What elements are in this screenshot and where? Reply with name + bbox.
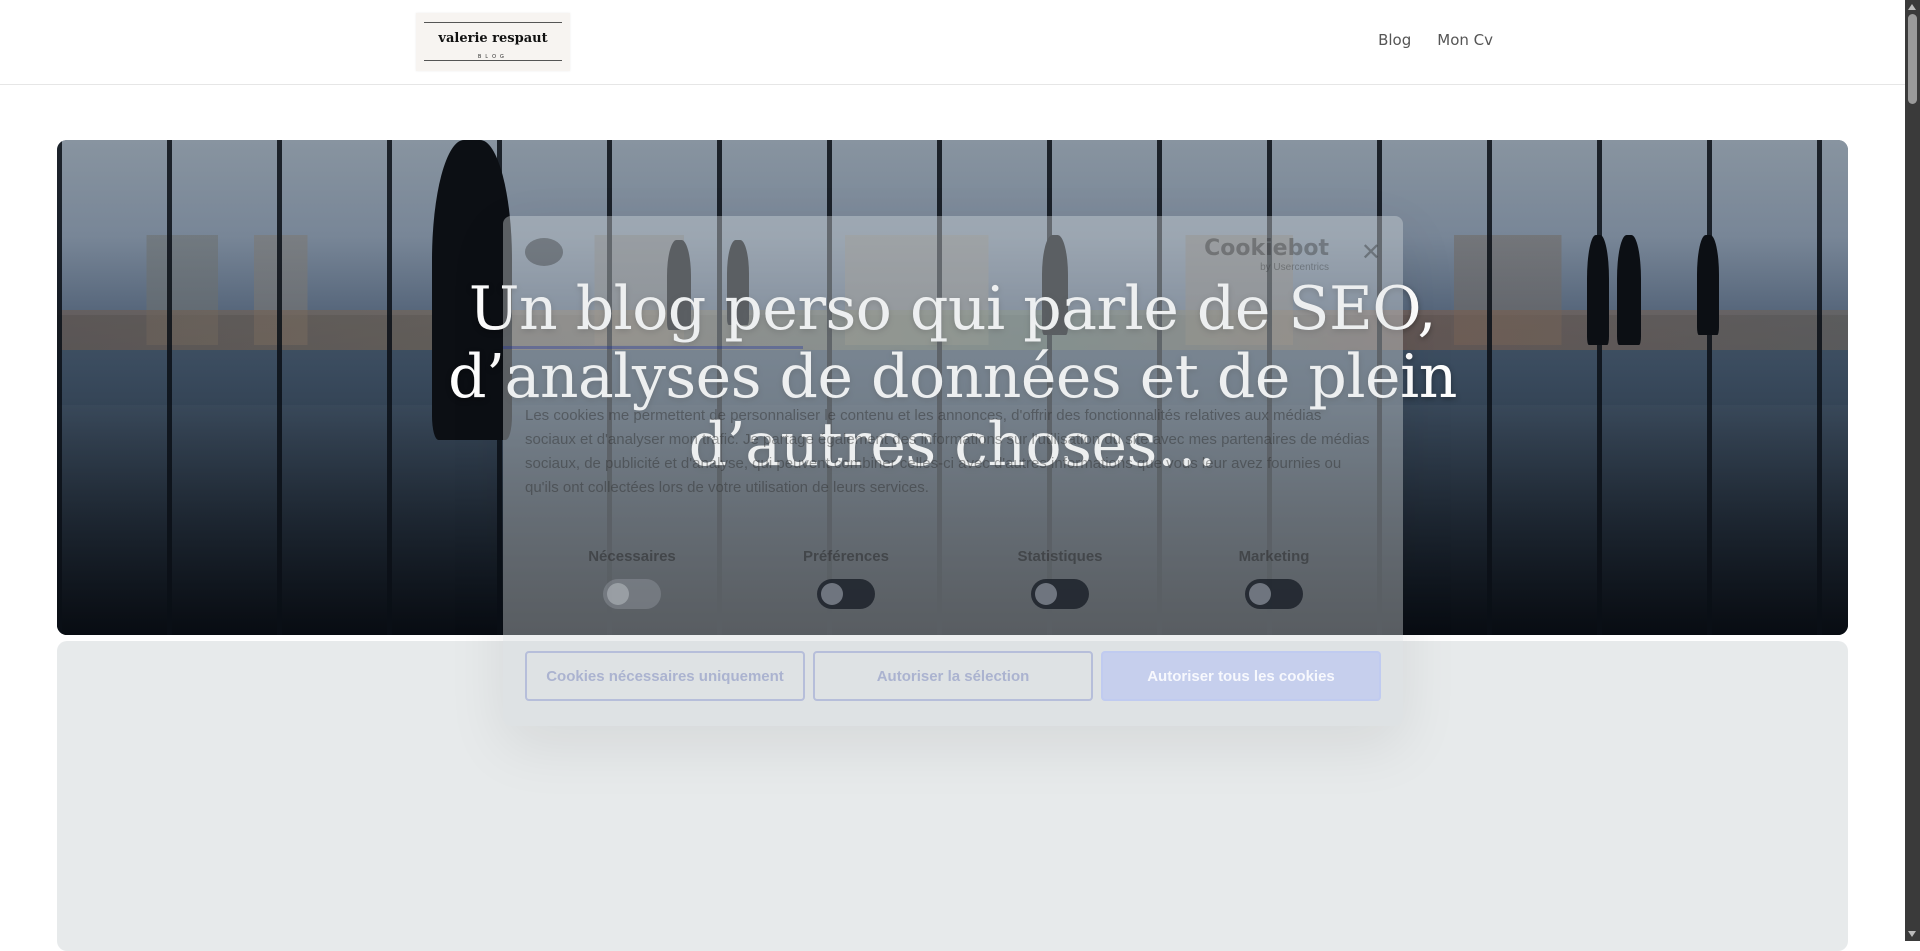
cookiebot-brand: Cookiebot — [1204, 236, 1329, 261]
category-label: Nécessaires — [588, 548, 676, 565]
scroll-up-icon[interactable] — [1908, 4, 1916, 10]
cookie-category-statistics: Statistiques — [953, 548, 1167, 614]
cookie-actions: Cookies nécessaires uniquement Autoriser… — [525, 651, 1381, 701]
necessary-only-button[interactable]: Cookies nécessaires uniquement — [525, 651, 805, 701]
toggle-preferences[interactable] — [817, 579, 875, 609]
cookie-categories: Nécessaires Préférences Statistiques Mar… — [525, 548, 1381, 614]
main-nav: Blog Mon Cv — [1378, 31, 1493, 49]
logo-rule-top — [424, 22, 562, 23]
logo-name: valerie respaut — [438, 31, 548, 46]
cookie-consent-dialog: Cookiebot by Usercentrics ✕ Les cookies … — [503, 216, 1403, 726]
page-scrollbar[interactable] — [1905, 0, 1920, 941]
close-icon[interactable]: ✕ — [1361, 238, 1381, 266]
site-header: valerie respaut BLOG Blog Mon Cv — [0, 0, 1905, 85]
scrollbar-thumb[interactable] — [1908, 14, 1917, 104]
toggle-necessary — [603, 579, 661, 609]
cookiebot-brand-sub: by Usercentrics — [1260, 262, 1329, 273]
logo-subtitle: BLOG — [478, 54, 508, 60]
allow-selection-button[interactable]: Autoriser la sélection — [813, 651, 1093, 701]
site-logo[interactable]: valerie respaut BLOG — [416, 13, 570, 71]
category-label: Marketing — [1238, 548, 1310, 565]
nav-link-blog[interactable]: Blog — [1378, 31, 1411, 49]
category-label: Statistiques — [1017, 548, 1103, 565]
cookie-category-preferences: Préférences — [739, 548, 953, 614]
scroll-down-icon[interactable] — [1908, 931, 1916, 937]
cookie-logo-icon — [525, 238, 563, 266]
toggle-marketing[interactable] — [1245, 579, 1303, 609]
toggle-statistics[interactable] — [1031, 579, 1089, 609]
nav-link-mon-cv[interactable]: Mon Cv — [1437, 31, 1493, 49]
allow-all-button[interactable]: Autoriser tous les cookies — [1101, 651, 1381, 701]
category-label: Préférences — [803, 548, 889, 565]
logo-rule-bottom — [424, 60, 562, 61]
cookie-description: Les cookies me permettent de personnalis… — [525, 407, 1370, 496]
cookie-category-necessary: Nécessaires — [525, 548, 739, 614]
cookie-category-marketing: Marketing — [1167, 548, 1381, 614]
cookie-tab-indicator — [503, 346, 803, 349]
